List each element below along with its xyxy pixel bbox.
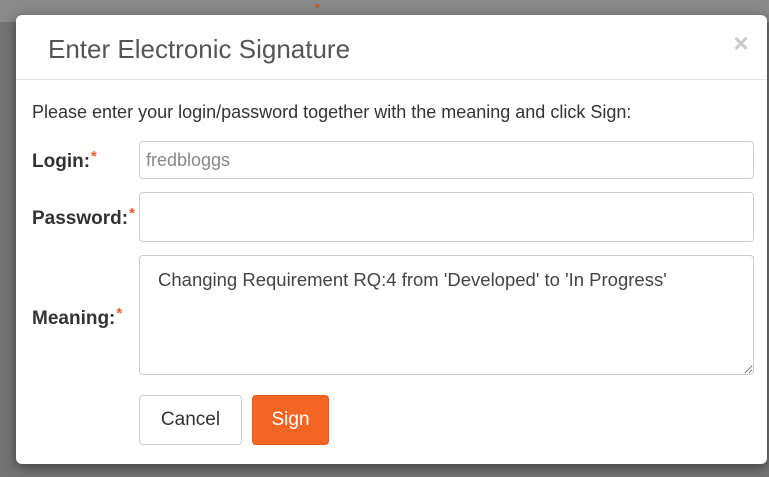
electronic-signature-dialog: Enter Electronic Signature × Please ente…: [16, 15, 767, 464]
login-label: Login:*: [32, 146, 97, 173]
meaning-label-text: Meaning:: [32, 308, 116, 329]
sign-button[interactable]: Sign: [252, 395, 329, 445]
required-marker: *: [91, 148, 97, 165]
required-marker: *: [129, 205, 135, 222]
login-label-text: Login:: [32, 151, 91, 172]
login-input[interactable]: [139, 141, 754, 179]
password-input[interactable]: [139, 192, 754, 242]
dialog-header: Enter Electronic Signature ×: [16, 15, 767, 80]
dialog-instructions: Please enter your login/password togethe…: [32, 102, 632, 122]
required-marker: *: [116, 305, 123, 322]
meaning-textarea[interactable]: Changing Requirement RQ:4 from 'Develope…: [139, 255, 754, 375]
dialog-title: Enter Electronic Signature: [48, 34, 351, 64]
meaning-label: Meaning:*: [32, 303, 122, 330]
close-icon[interactable]: ×: [729, 30, 753, 56]
cancel-button[interactable]: Cancel: [139, 395, 242, 445]
password-label-text: Password:: [32, 208, 129, 229]
password-label: Password:*: [32, 203, 135, 230]
